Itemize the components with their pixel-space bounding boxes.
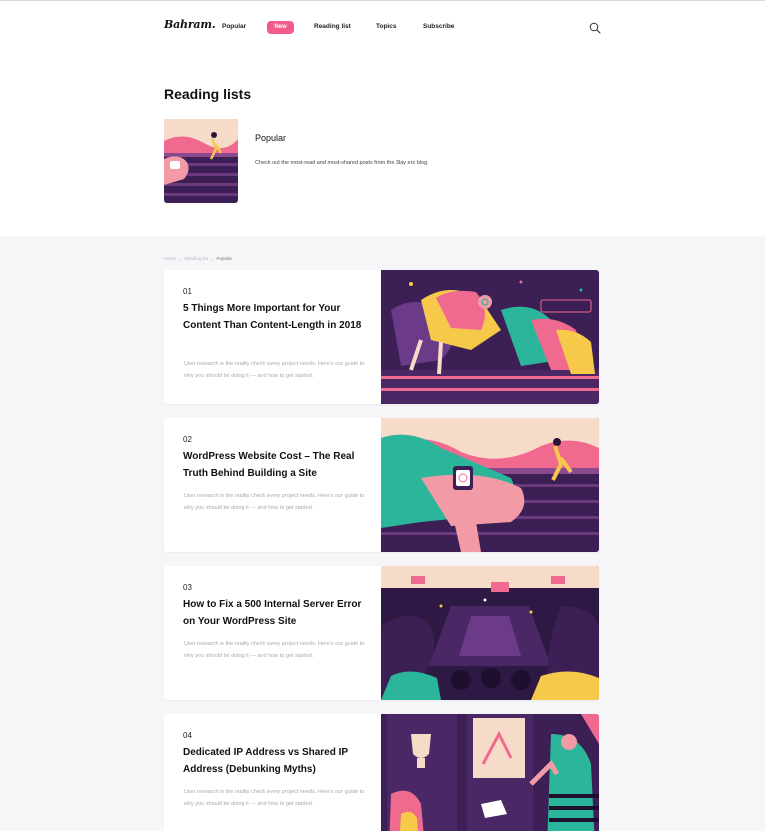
breadcrumb-separator: → bbox=[178, 256, 183, 261]
search-icon[interactable] bbox=[589, 21, 601, 34]
nav-subscribe[interactable]: Subscribe bbox=[423, 23, 454, 30]
post-card[interactable]: 04 Dedicated IP Address vs Shared IP Add… bbox=[164, 714, 599, 831]
post-illustration[interactable] bbox=[381, 566, 599, 700]
post-number: 01 bbox=[183, 287, 192, 296]
nav-popular[interactable]: Popular bbox=[222, 23, 246, 30]
post-description: User research is the reality check every… bbox=[184, 493, 365, 511]
breadcrumb-home[interactable]: Home bbox=[164, 256, 176, 261]
post-card[interactable]: 01 5 Things More Important for Your Cont… bbox=[164, 270, 599, 404]
post-title[interactable]: Dedicated IP Address vs Shared IP Addres… bbox=[183, 744, 363, 778]
site-header: Bahram. Popular New Reading list Topics … bbox=[0, 1, 765, 53]
nav-topics[interactable]: Topics bbox=[376, 23, 396, 30]
post-illustration[interactable] bbox=[381, 270, 599, 404]
post-card-text: 03 How to Fix a 500 Internal Server Erro… bbox=[164, 566, 381, 700]
reading-list-thumbnail[interactable] bbox=[164, 119, 238, 203]
post-card-text: 01 5 Things More Important for Your Cont… bbox=[164, 270, 381, 404]
post-title[interactable]: 5 Things More Important for Your Content… bbox=[183, 300, 363, 334]
post-description: User research is the reality check every… bbox=[184, 641, 365, 659]
post-description: User research is the reality check every… bbox=[184, 789, 365, 807]
reading-list-name[interactable]: Popular bbox=[255, 133, 286, 143]
site-logo[interactable]: Bahram. bbox=[164, 18, 216, 31]
post-card-text: 04 Dedicated IP Address vs Shared IP Add… bbox=[164, 714, 381, 831]
post-number: 04 bbox=[183, 731, 192, 740]
post-card[interactable]: 03 How to Fix a 500 Internal Server Erro… bbox=[164, 566, 599, 700]
post-title[interactable]: How to Fix a 500 Internal Server Error o… bbox=[183, 596, 363, 630]
post-illustration[interactable] bbox=[381, 714, 599, 831]
breadcrumb: Home → Reading list → Popular bbox=[164, 256, 232, 261]
post-number: 03 bbox=[183, 583, 192, 592]
reading-list-description: Check out the most-read and most-shared … bbox=[255, 160, 429, 166]
post-title[interactable]: WordPress Website Cost – The Real Truth … bbox=[183, 448, 363, 482]
nav-reading-list[interactable]: Reading list bbox=[314, 23, 351, 30]
post-illustration[interactable] bbox=[381, 418, 599, 552]
post-card-text: 02 WordPress Website Cost – The Real Tru… bbox=[164, 418, 381, 552]
post-number: 02 bbox=[183, 435, 192, 444]
breadcrumb-reading-list[interactable]: Reading list bbox=[185, 256, 209, 261]
nav-new-badge[interactable]: New bbox=[267, 21, 294, 34]
breadcrumb-separator: → bbox=[210, 256, 215, 261]
post-description: User research is the reality check every… bbox=[184, 361, 365, 379]
page-title: Reading lists bbox=[164, 86, 252, 102]
breadcrumb-current: Popular bbox=[216, 256, 233, 261]
post-card[interactable]: 02 WordPress Website Cost – The Real Tru… bbox=[164, 418, 599, 552]
